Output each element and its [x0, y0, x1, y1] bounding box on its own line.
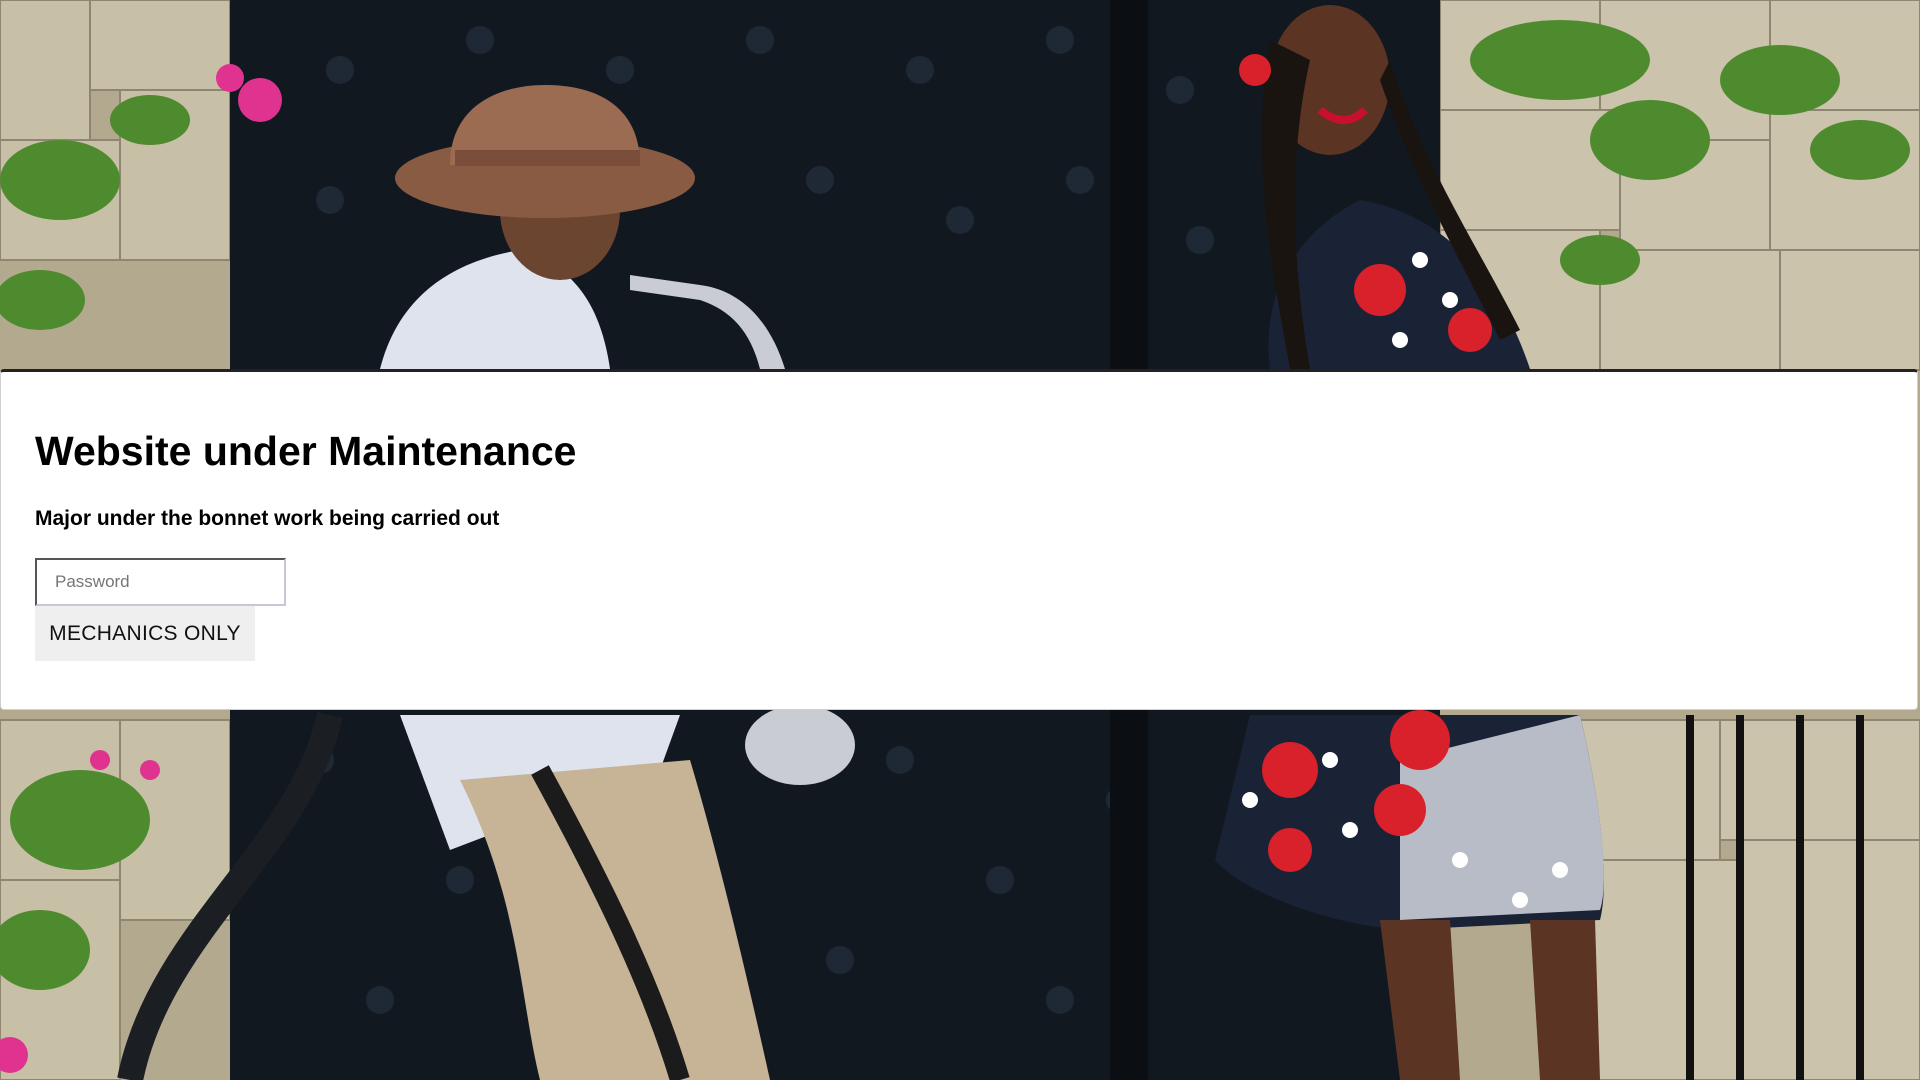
- maintenance-panel: Website under Maintenance Major under th…: [0, 369, 1918, 710]
- password-input[interactable]: [35, 558, 286, 606]
- mechanics-only-button[interactable]: MECHANICS ONLY: [35, 606, 255, 661]
- page-title: Website under Maintenance: [35, 428, 577, 474]
- page-subtitle: Major under the bonnet work being carrie…: [35, 507, 500, 530]
